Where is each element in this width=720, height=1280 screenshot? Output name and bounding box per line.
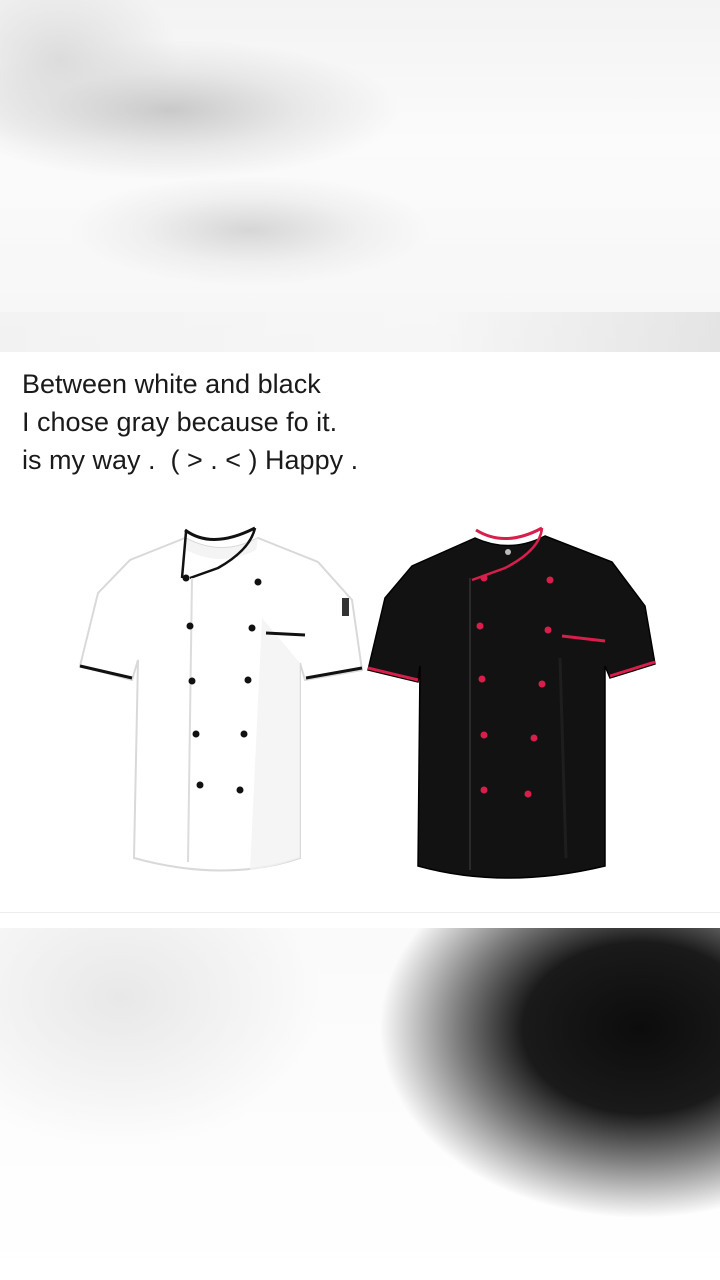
- caption-line-3: is my way . ( > . < ) Happy .: [22, 445, 359, 475]
- black-chef-jacket: [367, 526, 656, 879]
- caption-line-2: I chose gray because fo it.: [22, 407, 338, 437]
- caption-line-1: Between white and black: [22, 369, 321, 399]
- blurred-background-bottom: [0, 928, 720, 1280]
- product-photo: [0, 498, 720, 913]
- post-caption: Between white and black I chose gray bec…: [22, 365, 698, 479]
- white-chef-jacket: [78, 526, 364, 872]
- blurred-background-top: [0, 0, 720, 352]
- story-page: Between white and black I chose gray bec…: [0, 0, 720, 1280]
